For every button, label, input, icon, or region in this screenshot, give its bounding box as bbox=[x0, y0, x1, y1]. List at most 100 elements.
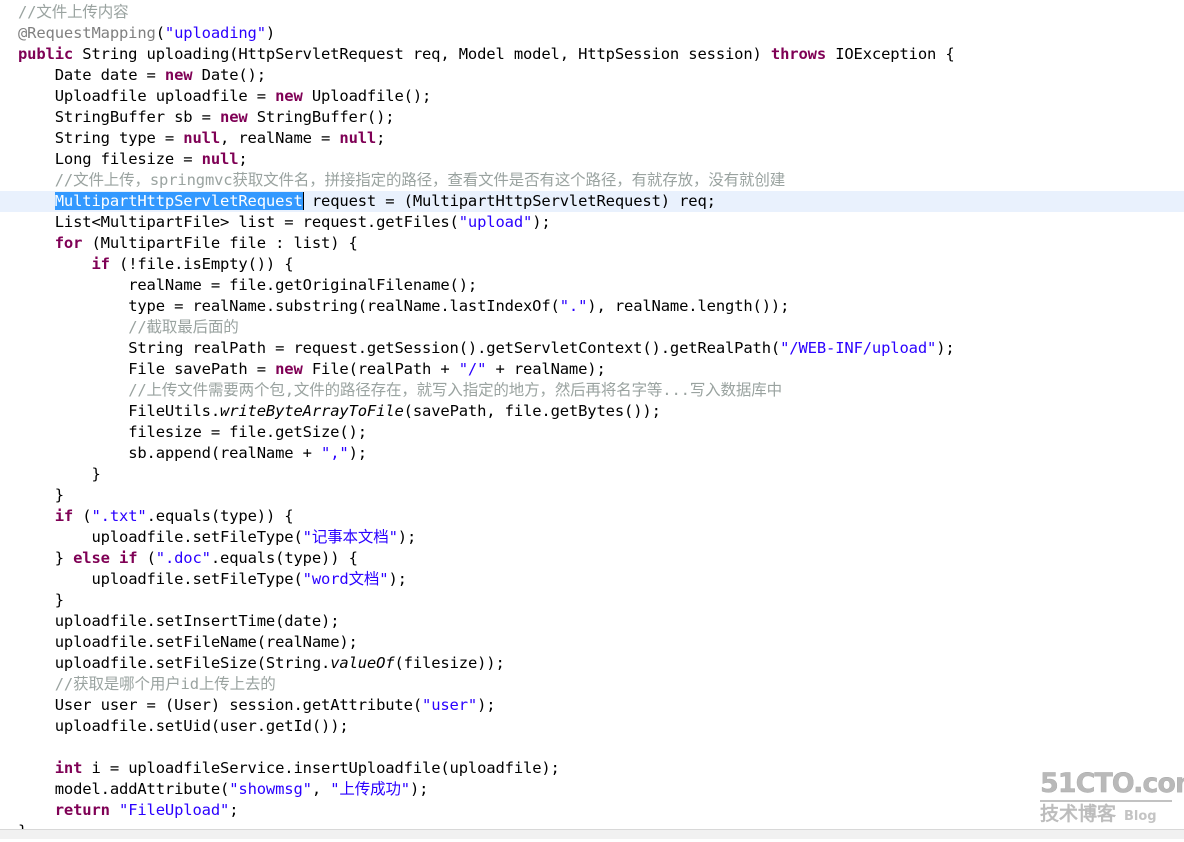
code-token: Date date = bbox=[54, 66, 165, 84]
code-token: i = uploadfileService.insertUploadfile(u… bbox=[82, 759, 560, 777]
code-token: null bbox=[339, 129, 377, 147]
code-line[interactable]: List<MultipartFile> list = request.getFi… bbox=[0, 212, 1184, 233]
code-line[interactable]: uploadfile.setUid(user.getId()); bbox=[0, 716, 1184, 737]
code-line[interactable]: type = realName.substring(realName.lastI… bbox=[0, 296, 1184, 317]
code-token: null bbox=[183, 129, 221, 147]
code-token: uploadfile.setInsertTime(date); bbox=[54, 612, 340, 630]
code-token: User user = (User) session.getAttribute( bbox=[54, 696, 423, 714]
code-token: } bbox=[54, 549, 74, 567]
code-line[interactable]: public String uploading(HttpServletReque… bbox=[0, 44, 1184, 65]
code-line[interactable]: Uploadfile uploadfile = new Uploadfile()… bbox=[0, 86, 1184, 107]
code-token: type = realName.substring(realName.lastI… bbox=[128, 297, 560, 315]
code-line[interactable]: sb.append(realName + ","); bbox=[0, 443, 1184, 464]
code-token: } bbox=[54, 486, 64, 504]
code-line[interactable]: @RequestMapping("uploading") bbox=[0, 23, 1184, 44]
code-token: sb.append(realName + bbox=[128, 444, 322, 462]
code-line[interactable]: } bbox=[0, 590, 1184, 611]
code-line[interactable]: //文件上传内容 bbox=[0, 2, 1184, 23]
code-line[interactable]: File savePath = new File(realPath + "/" … bbox=[0, 359, 1184, 380]
code-line[interactable]: Date date = new Date(); bbox=[0, 65, 1184, 86]
code-token: "uploading" bbox=[164, 24, 266, 42]
code-token: ".txt" bbox=[91, 507, 147, 525]
code-token: String realPath = request.getSession().g… bbox=[128, 339, 781, 357]
code-line[interactable]: filesize = file.getSize(); bbox=[0, 422, 1184, 443]
code-line[interactable]: StringBuffer sb = new StringBuffer(); bbox=[0, 107, 1184, 128]
code-token: //文件上传，springmvc获取文件名，拼接指定的路径，查看文件是否有这个路… bbox=[54, 171, 786, 189]
code-token: "/" bbox=[458, 360, 487, 378]
code-token: writeByteArrayToFile bbox=[220, 402, 404, 420]
code-token: (savePath, file.getBytes()); bbox=[403, 402, 661, 420]
code-line[interactable]: String realPath = request.getSession().g… bbox=[0, 338, 1184, 359]
code-line[interactable]: } bbox=[0, 485, 1184, 506]
selected-token[interactable]: MultipartHttpServletRequest bbox=[54, 192, 303, 210]
code-token: "showmsg" bbox=[229, 780, 312, 798]
code-line[interactable]: uploadfile.setFileName(realName); bbox=[0, 632, 1184, 653]
code-line[interactable]: FileUtils.writeByteArrayToFile(savePath,… bbox=[0, 401, 1184, 422]
code-line[interactable]: User user = (User) session.getAttribute(… bbox=[0, 695, 1184, 716]
code-token: if bbox=[54, 507, 74, 525]
code-line[interactable]: } else if (".doc".equals(type)) { bbox=[0, 548, 1184, 569]
code-line[interactable]: model.addAttribute("showmsg", "上传成功"); bbox=[0, 779, 1184, 800]
code-token: , realName = bbox=[220, 129, 340, 147]
code-line[interactable]: uploadfile.setFileType("记事本文档"); bbox=[0, 527, 1184, 548]
code-line[interactable]: //上传文件需要两个包,文件的路径存在，就写入指定的地方，然后再将名字等...写… bbox=[0, 380, 1184, 401]
code-line[interactable]: if (".txt".equals(type)) { bbox=[0, 506, 1184, 527]
code-editor[interactable]: //文件上传内容 @RequestMapping("uploading") publ… bbox=[0, 0, 1184, 842]
code-token: List<MultipartFile> list = request.getFi… bbox=[54, 213, 459, 231]
code-token: //文件上传内容 bbox=[18, 3, 129, 21]
code-lines-container[interactable]: //文件上传内容 @RequestMapping("uploading") publ… bbox=[0, 0, 1184, 842]
code-line[interactable]: MultipartHttpServletRequest request = (M… bbox=[0, 191, 1184, 212]
code-token: (filesize)); bbox=[394, 654, 505, 672]
code-line[interactable]: uploadfile.setInsertTime(date); bbox=[0, 611, 1184, 632]
code-token: ); bbox=[409, 780, 429, 798]
code-token: "user" bbox=[422, 696, 478, 714]
code-token: uploadfile.setFileName(realName); bbox=[54, 633, 358, 651]
code-token: File(realPath + bbox=[302, 360, 459, 378]
code-token: new bbox=[275, 360, 303, 378]
code-line[interactable]: //获取是哪个用户id上传上去的 bbox=[0, 674, 1184, 695]
code-line[interactable]: String type = null, realName = null; bbox=[0, 128, 1184, 149]
code-line[interactable] bbox=[0, 737, 1184, 758]
code-line[interactable]: realName = file.getOriginalFilename(); bbox=[0, 275, 1184, 296]
code-token: .equals(type)) { bbox=[146, 507, 294, 525]
code-line[interactable]: return "FileUpload"; bbox=[0, 800, 1184, 821]
code-token: request = (MultipartHttpServletRequest) … bbox=[302, 192, 716, 210]
code-token: uploadfile.setFileSize(String. bbox=[54, 654, 331, 672]
code-line[interactable]: //文件上传，springmvc获取文件名，拼接指定的路径，查看文件是否有这个路… bbox=[0, 170, 1184, 191]
code-token: "/WEB-INF/upload" bbox=[780, 339, 937, 357]
code-token: FileUtils. bbox=[128, 402, 221, 420]
code-line[interactable]: for (MultipartFile file : list) { bbox=[0, 233, 1184, 254]
code-token: new bbox=[164, 66, 193, 84]
code-line[interactable]: Long filesize = null; bbox=[0, 149, 1184, 170]
code-token: IOException { bbox=[826, 45, 955, 63]
code-line[interactable]: uploadfile.setFileType("word文档"); bbox=[0, 569, 1184, 590]
code-token: "word文档" bbox=[302, 570, 389, 588]
code-token: ); bbox=[397, 528, 417, 546]
code-line[interactable]: if (!file.isEmpty()) { bbox=[0, 254, 1184, 275]
code-token: new bbox=[220, 108, 248, 126]
code-token: } bbox=[54, 591, 64, 609]
code-line[interactable]: } bbox=[0, 464, 1184, 485]
code-line[interactable]: int i = uploadfileService.insertUploadfi… bbox=[0, 758, 1184, 779]
code-token: ); bbox=[348, 444, 368, 462]
code-token: ); bbox=[388, 570, 407, 588]
code-line[interactable]: //截取最后面的 bbox=[0, 317, 1184, 338]
code-token: ; bbox=[238, 150, 248, 168]
code-line[interactable]: uploadfile.setFileSize(String.valueOf(fi… bbox=[0, 653, 1184, 674]
